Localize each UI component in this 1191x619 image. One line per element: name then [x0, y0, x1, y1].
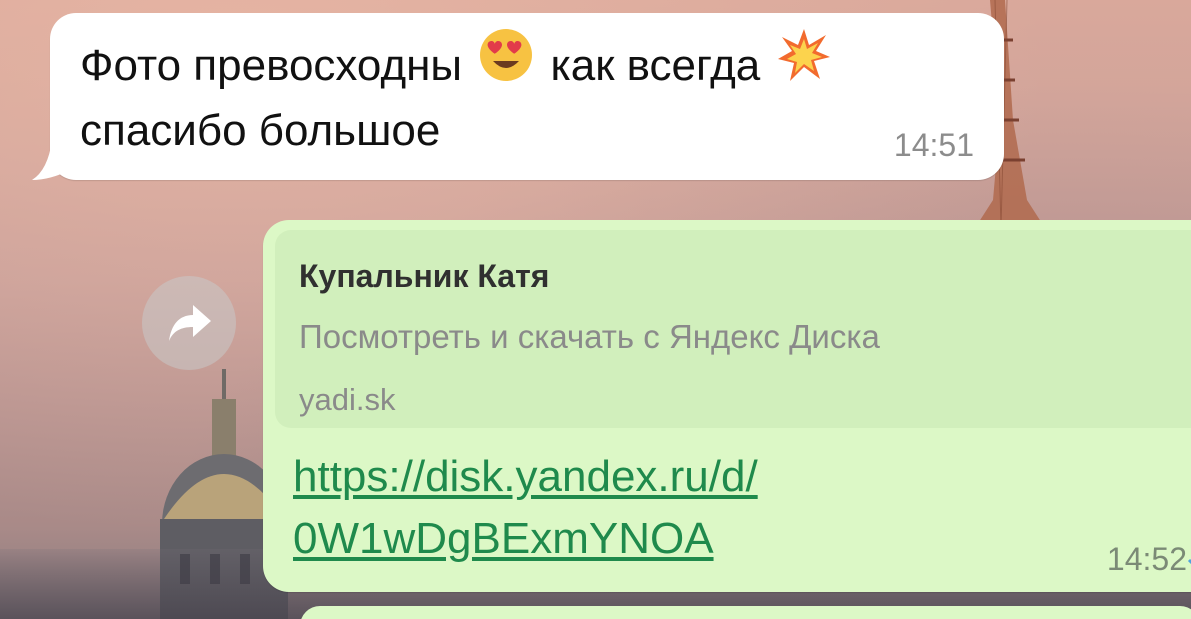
message-link-line[interactable]: 0W1wDgBExmYNOA [293, 514, 714, 563]
forward-button[interactable] [142, 276, 236, 370]
incoming-message-bubble[interactable]: Фото превосходны как всегда спасибо боль… [50, 13, 1004, 180]
incoming-message-time: 14:51 [893, 127, 974, 163]
link-preview-title: Купальник Катя [299, 258, 550, 294]
forward-arrow-icon [169, 305, 211, 341]
incoming-bubble-tail [32, 140, 70, 180]
message-text-part: спасибо большое [80, 105, 441, 155]
next-outgoing-bubble-partial[interactable] [300, 606, 1191, 619]
link-preview-card[interactable]: Купальник Катя Посмотреть и скачать с Ян… [275, 230, 1191, 428]
message-link-line[interactable]: https://disk.yandex.ru/d/ [293, 452, 758, 501]
incoming-message-text: Фото превосходны как всегда спасибо боль… [80, 28, 960, 162]
collision-emoji-icon [776, 27, 832, 100]
outgoing-message-time: 14:52 [1106, 541, 1187, 577]
message-text-part: как всегда [550, 41, 761, 90]
message-text-part: Фото превосходны [80, 41, 463, 90]
heart-eyes-emoji-icon [478, 27, 534, 100]
outgoing-message-bubble[interactable]: Купальник Катя Посмотреть и скачать с Ян… [263, 220, 1191, 592]
link-preview-description: Посмотреть и скачать с Яндекс Диска [299, 318, 880, 355]
message-link[interactable]: https://disk.yandex.ru/d/ 0W1wDgBExmYNOA [293, 446, 893, 570]
link-preview-domain: yadi.sk [299, 382, 396, 417]
read-receipt-ticks-icon [1187, 558, 1191, 565]
